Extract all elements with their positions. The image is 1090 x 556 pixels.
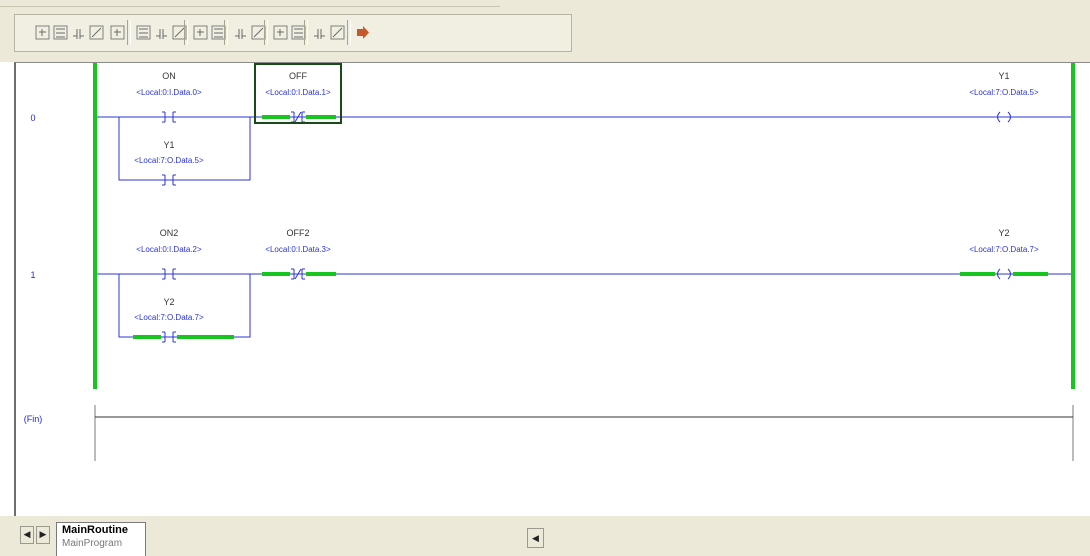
ladder-editor[interactable]: 0 ON <Local:0:I.Data.0> OFF <Local:0:I.Data.… xyxy=(14,62,1090,517)
move-element-icon[interactable] xyxy=(88,24,105,41)
branch-tag: Y2 xyxy=(163,297,174,307)
instruction-address: <Local:0:I.Data.3> xyxy=(265,245,331,254)
branch-line xyxy=(118,274,251,338)
instruction-address: <Local:0:I.Data.1> xyxy=(265,88,331,97)
instruction-address: <Local:0:I.Data.0> xyxy=(136,88,202,97)
branch-tag: Y1 xyxy=(163,140,174,150)
ladder-toolbar xyxy=(0,0,1090,62)
forward-arrow-icon[interactable] xyxy=(354,24,371,41)
xio-contact-icon[interactable] xyxy=(153,24,170,41)
finalize-edits-icon[interactable] xyxy=(311,24,328,41)
insert-rung-icon[interactable] xyxy=(70,24,87,41)
verify-rung-icon[interactable] xyxy=(232,24,249,41)
test-edits-icon[interactable] xyxy=(329,24,346,41)
ladder-diagram[interactable]: 0 ON <Local:0:I.Data.0> OFF <Local:0:I.Data.… xyxy=(16,63,1090,517)
tab-mainroutine[interactable]: MainRoutine MainProgram xyxy=(56,522,146,556)
horizontal-scrollbar[interactable]: ◀ xyxy=(150,520,1090,556)
toolbar-top-edge xyxy=(0,0,500,7)
rung-number: 0 xyxy=(30,113,35,123)
toolbar-separator xyxy=(127,20,131,45)
otl-coil-icon[interactable] xyxy=(192,24,209,41)
toolbar-separator xyxy=(264,20,268,45)
tab-routine-label: MainRoutine xyxy=(62,524,128,536)
toolbar-separator xyxy=(304,20,308,45)
new-element-icon[interactable] xyxy=(34,24,51,41)
xic-contact-icon[interactable] xyxy=(135,24,152,41)
branch-line xyxy=(118,117,251,181)
rung-number: 1 xyxy=(30,270,35,280)
branch-address: <Local:7:O.Data.5> xyxy=(134,156,204,165)
grid-icon[interactable] xyxy=(109,24,126,41)
instruction-tag: Y1 xyxy=(998,71,1009,81)
add-branch-icon[interactable] xyxy=(52,24,69,41)
branch-address: <Local:7:O.Data.7> xyxy=(134,313,204,322)
tab-scroll-left-button[interactable]: ◀ xyxy=(20,526,34,544)
instruction-address: <Local:7:O.Data.7> xyxy=(969,245,1039,254)
toolbar-separator xyxy=(347,20,351,45)
toolbar-separator xyxy=(224,20,228,45)
accept-edits-icon[interactable] xyxy=(272,24,289,41)
instruction-address: <Local:7:O.Data.5> xyxy=(969,88,1039,97)
instruction-tag: OFF2 xyxy=(286,228,309,238)
instruction-tag: OFF xyxy=(289,71,307,81)
instruction-address: <Local:0:I.Data.2> xyxy=(136,245,202,254)
instruction-tag: Y2 xyxy=(998,228,1009,238)
toolbar-separator xyxy=(184,20,188,45)
tab-program-label: MainProgram xyxy=(62,538,123,549)
instruction-tag: ON2 xyxy=(160,228,179,238)
instruction-tag: ON xyxy=(162,71,176,81)
scroll-left-button[interactable]: ◀ xyxy=(527,528,544,548)
tab-scroll-right-button[interactable]: ▶ xyxy=(36,526,50,544)
end-rung-label: (Fin) xyxy=(24,414,43,424)
